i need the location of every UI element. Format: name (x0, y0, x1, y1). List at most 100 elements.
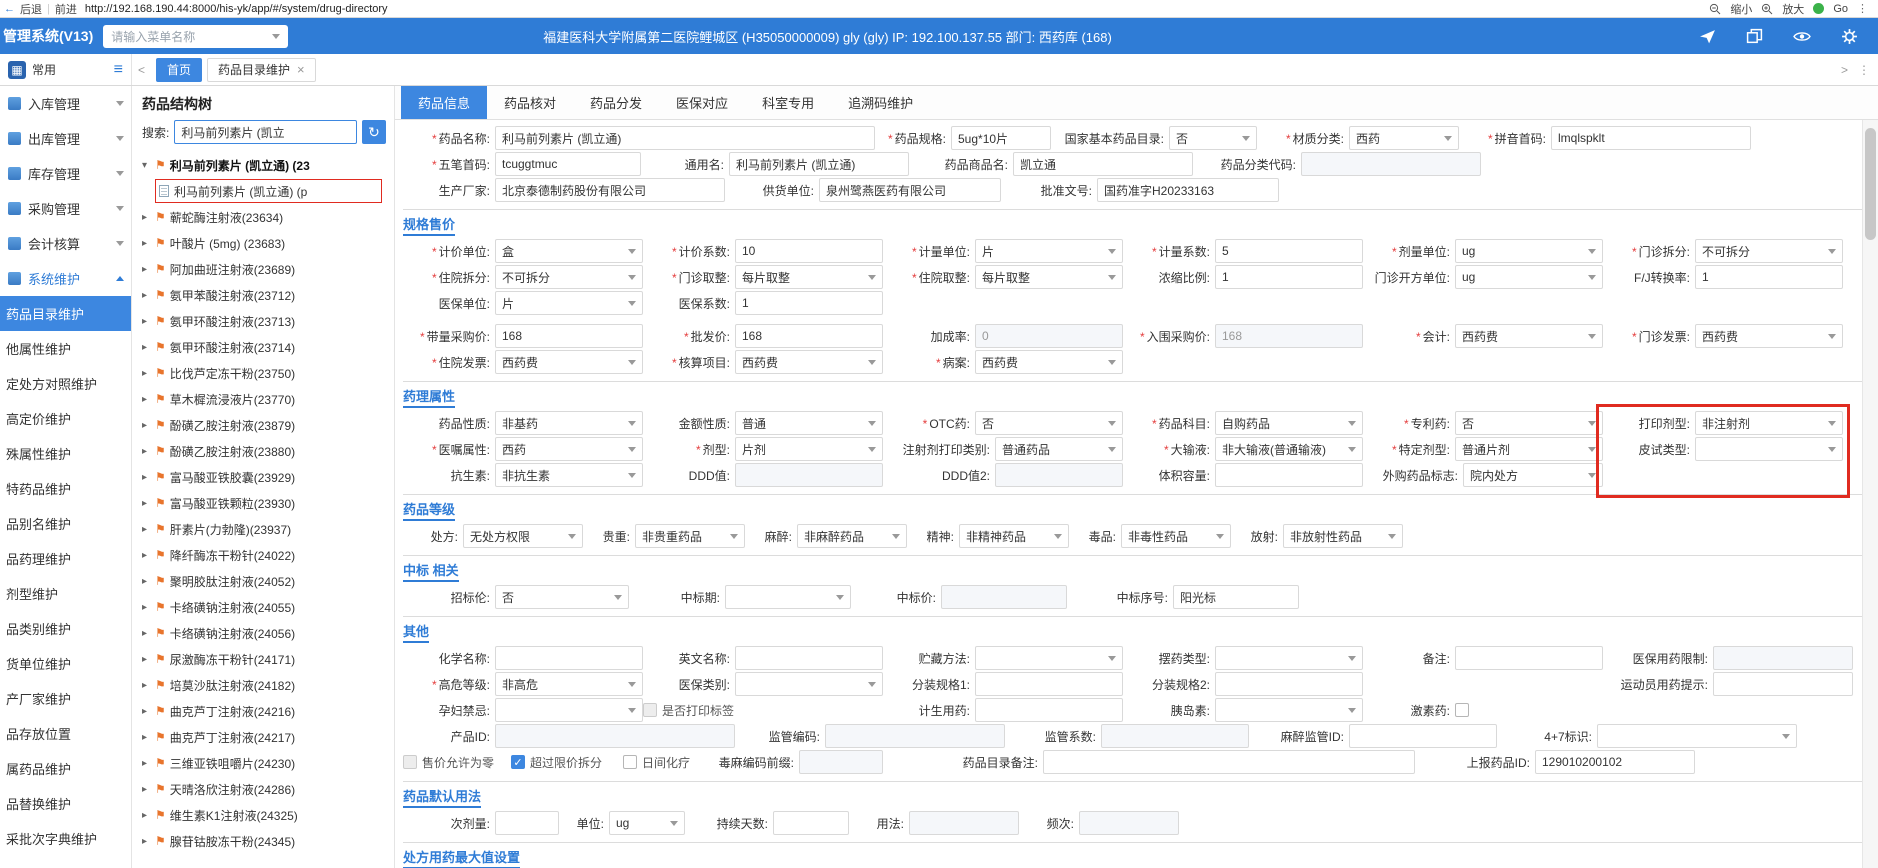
tree-item[interactable]: ▸ ⚑ 蕲蛇酶注射液(23634) (132, 204, 394, 230)
sidebar-item[interactable]: 特药品维护 (0, 471, 131, 506)
app-grid-icon[interactable]: ▦ (8, 60, 26, 79)
text-input[interactable] (495, 646, 643, 670)
text-input[interactable] (735, 463, 883, 487)
checkbox[interactable]: ✓ (511, 755, 525, 769)
select[interactable] (1597, 724, 1797, 748)
text-input[interactable]: 1 (1215, 265, 1363, 289)
select[interactable] (1695, 437, 1843, 461)
select[interactable]: 非抗生素 (495, 463, 643, 487)
select[interactable]: 西药费 (1455, 324, 1603, 348)
chevron-right-icon[interactable]: ▸ (142, 316, 155, 327)
vertical-scrollbar[interactable] (1862, 120, 1878, 868)
eye-icon[interactable] (1793, 28, 1811, 45)
select[interactable]: ug (1455, 265, 1603, 289)
sidebar-item[interactable]: 产厂家维护 (0, 681, 131, 716)
select[interactable]: 非精神药品 (959, 524, 1069, 548)
select[interactable]: 不可拆分 (495, 265, 643, 289)
select[interactable]: 普通片剂 (1455, 437, 1603, 461)
chevron-right-icon[interactable]: ▸ (142, 706, 155, 717)
text-input[interactable] (1301, 152, 1481, 176)
tree-item[interactable]: ▸ ⚑ 肝素片(力勃隆)(23937) (132, 516, 394, 542)
text-input[interactable] (773, 811, 849, 835)
tabs-more-icon[interactable]: ⋮ (1858, 63, 1870, 77)
select[interactable]: 盒 (495, 239, 643, 263)
sidebar-item[interactable]: 他属性维护 (0, 331, 131, 366)
select[interactable]: ug (1455, 239, 1603, 263)
text-input[interactable] (735, 646, 883, 670)
select[interactable]: 片 (495, 291, 643, 315)
text-input[interactable] (1101, 724, 1249, 748)
zoom-out-button[interactable]: 缩小 (1730, 1, 1752, 17)
select[interactable] (975, 646, 1123, 670)
chevron-right-icon[interactable]: ▸ (142, 212, 155, 223)
text-input[interactable]: lmqlspklt (1551, 126, 1751, 150)
select[interactable] (1215, 646, 1363, 670)
more-options-icon[interactable]: ⋮ (1857, 2, 1868, 15)
select[interactable]: 非贵重药品 (635, 524, 745, 548)
text-input[interactable]: 1 (1695, 265, 1843, 289)
select[interactable]: 西药 (495, 437, 643, 461)
select[interactable]: 非大输液(普通输液) (1215, 437, 1363, 461)
text-input[interactable]: 利马前列素片 (凯立通) (729, 152, 909, 176)
chevron-right-icon[interactable]: ▸ (142, 680, 155, 691)
windows-icon[interactable] (1746, 28, 1763, 45)
text-input[interactable] (1455, 646, 1603, 670)
text-input[interactable] (1349, 724, 1497, 748)
chevron-right-icon[interactable]: ▸ (142, 836, 155, 847)
select[interactable]: 不可拆分 (1695, 239, 1843, 263)
content-tab[interactable]: 追溯码维护 (831, 86, 930, 119)
chevron-right-icon[interactable]: ▸ (142, 758, 155, 769)
text-input[interactable]: 168 (735, 324, 883, 348)
select[interactable]: 每片取整 (735, 265, 883, 289)
sidebar-item[interactable]: 高定价维护 (0, 401, 131, 436)
tree-item[interactable]: ▸ ⚑ 卡络磺钠注射液(24055) (132, 594, 394, 620)
content-tab[interactable]: 药品核对 (487, 86, 573, 119)
tree-item[interactable]: ▸ ⚑ 叶酸片 (5mg) (23683) (132, 230, 394, 256)
chevron-right-icon[interactable]: ▸ (142, 394, 155, 405)
select[interactable]: 非基药 (495, 411, 643, 435)
hamburger-icon[interactable]: ≡ (114, 61, 123, 78)
tabs-scroll-left-icon[interactable]: < (132, 63, 151, 77)
content-tab[interactable]: 医保对应 (659, 86, 745, 119)
text-input[interactable] (495, 724, 735, 748)
back-icon[interactable]: ← (4, 3, 15, 15)
text-input[interactable] (975, 698, 1123, 722)
chevron-right-icon[interactable]: ▸ (142, 576, 155, 587)
text-input[interactable]: 阳光标 (1173, 585, 1299, 609)
select[interactable]: 自购药品 (1215, 411, 1363, 435)
select[interactable] (735, 672, 883, 696)
tree-item[interactable]: ▸ ⚑ 卡络磺钠注射液(24056) (132, 620, 394, 646)
sidebar-item[interactable]: 货单位维护 (0, 646, 131, 681)
text-input[interactable]: 129010200102 (1535, 750, 1695, 774)
chevron-down-icon[interactable]: ▾ (142, 160, 155, 171)
tree-item[interactable]: ▸ ⚑ 富马酸亚铁胶囊(23929) (132, 464, 394, 490)
text-input[interactable] (995, 463, 1123, 487)
chevron-right-icon[interactable]: ▸ (142, 784, 155, 795)
tabs-scroll-right-icon[interactable]: > (1841, 63, 1848, 77)
select[interactable]: 否 (1455, 411, 1603, 435)
text-input[interactable]: 0 (975, 324, 1123, 348)
sidebar-item[interactable]: 属药品维护 (0, 751, 131, 786)
chevron-right-icon[interactable]: ▸ (142, 342, 155, 353)
chevron-right-icon[interactable]: ▸ (142, 290, 155, 301)
chevron-right-icon[interactable]: ▸ (142, 628, 155, 639)
select[interactable] (495, 698, 643, 722)
text-input[interactable] (495, 811, 559, 835)
tree-item[interactable]: ▸ ⚑ 聚明胶肽注射液(24052) (132, 568, 394, 594)
window-tab[interactable]: 首页 (156, 57, 203, 82)
tree-item[interactable]: ▸ ⚑ 曲克芦丁注射液(24216) (132, 698, 394, 724)
url-text[interactable]: http://192.168.190.44:8000/his-yk/app/#/… (85, 3, 1709, 15)
select[interactable] (1215, 698, 1363, 722)
select[interactable]: 西药费 (495, 350, 643, 374)
tree-item[interactable]: ▸ ⚑ 曲克芦丁注射液(24217) (132, 724, 394, 750)
sidebar-item[interactable]: 系统维护 (0, 261, 131, 296)
sidebar-item[interactable]: 品药理维护 (0, 541, 131, 576)
text-input[interactable]: 凯立通 (1013, 152, 1193, 176)
tree-item[interactable]: ▸ ⚑ 酚磺乙胺注射液(23879) (132, 412, 394, 438)
tree-item[interactable]: ▸ ⚑ 三维亚铁咀嚼片(24230) (132, 750, 394, 776)
tree-item[interactable]: ▸ ⚑ 氨甲环酸注射液(23713) (132, 308, 394, 334)
tree-item[interactable]: ▸ ⚑ 降纤酶冻干粉针(24022) (132, 542, 394, 568)
select[interactable]: 西药费 (1695, 324, 1843, 348)
back-button[interactable]: 后退 (20, 1, 42, 17)
select[interactable]: 非注射剂 (1695, 411, 1843, 435)
